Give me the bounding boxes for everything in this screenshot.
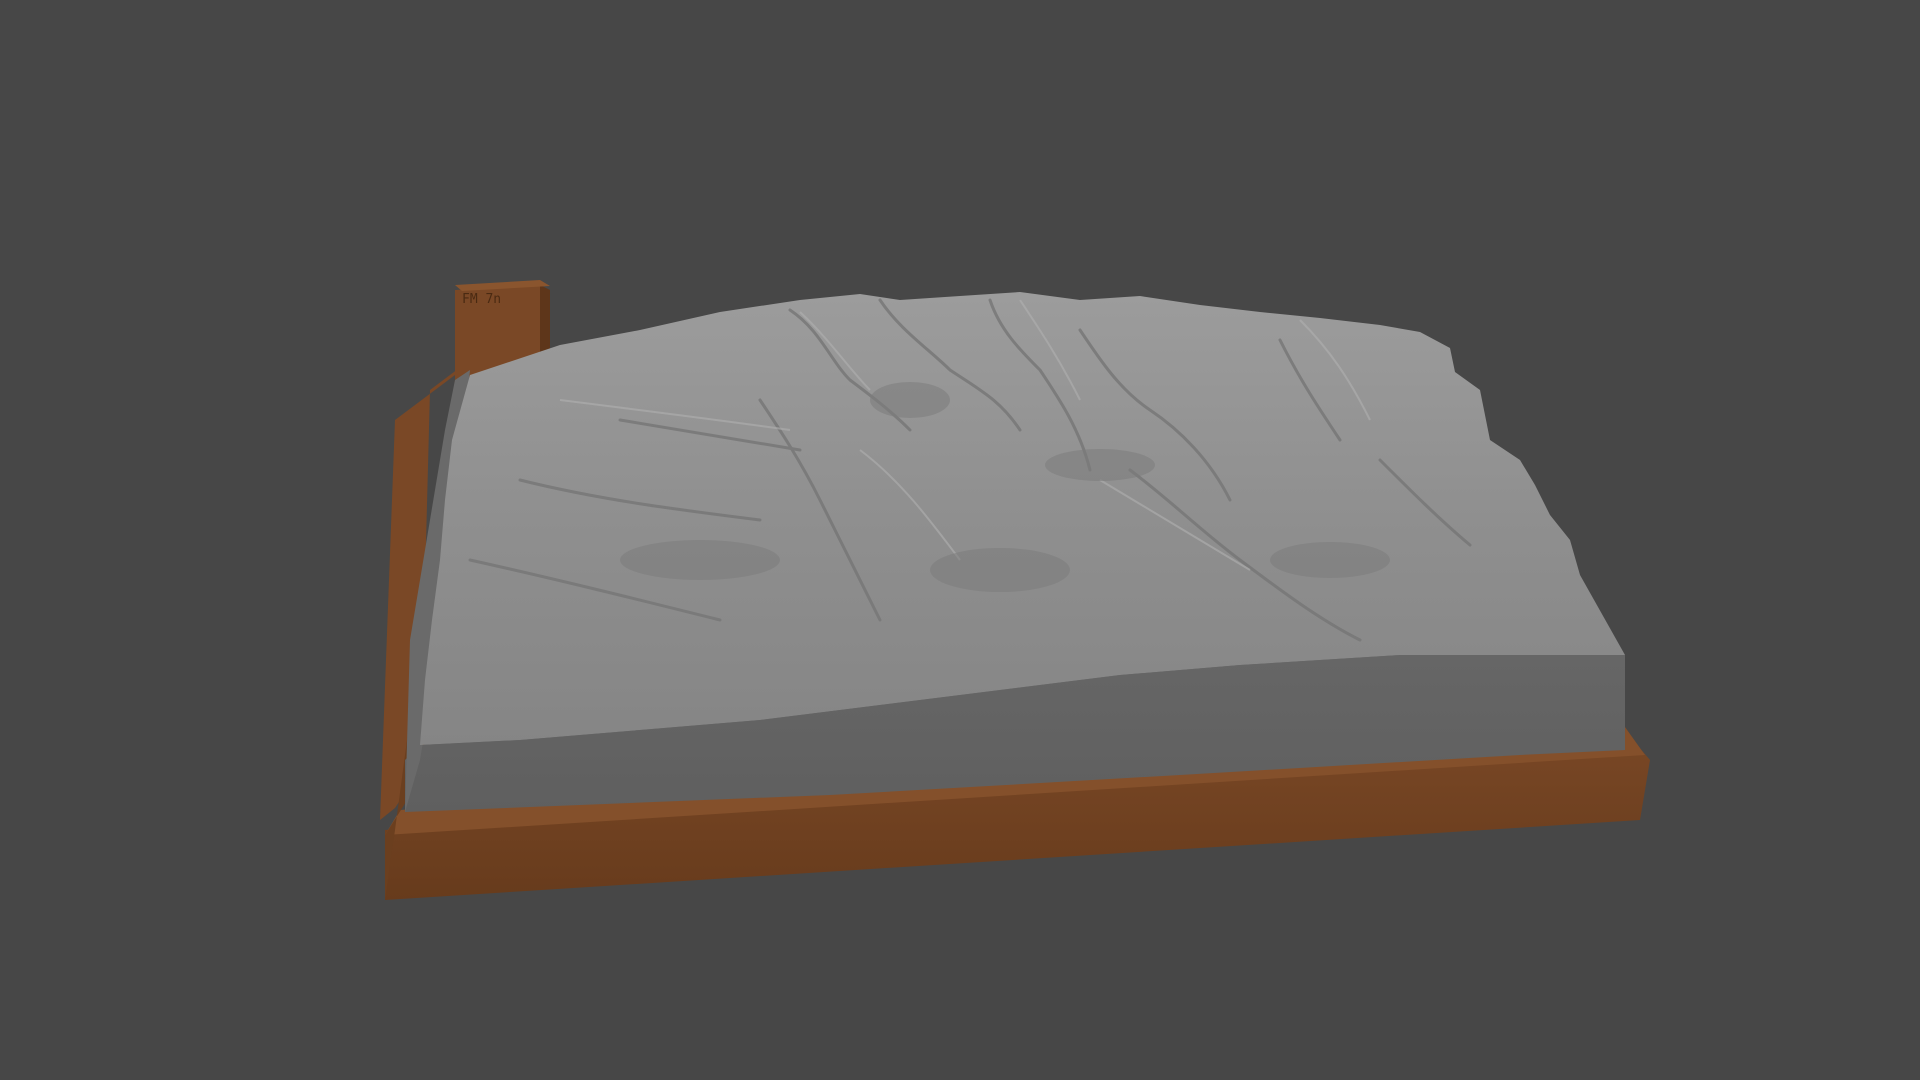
scene-canvas: FM 7n xyxy=(380,280,1650,900)
terrain-block xyxy=(405,292,1625,812)
label-block-engraving: FM 7n xyxy=(462,292,501,307)
3d-viewport[interactable]: FM 7n xyxy=(0,0,1920,1080)
